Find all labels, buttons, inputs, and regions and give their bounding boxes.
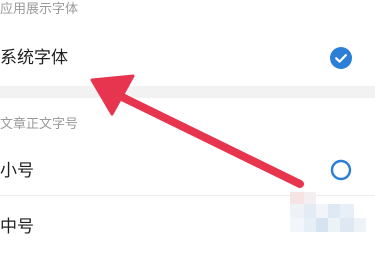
font-option-system[interactable]: 系统字体 bbox=[0, 36, 375, 80]
font-settings-screen: 应用展示字体 系统字体 文章正文字号 小号 中号 bbox=[0, 0, 375, 254]
radio-unselected-icon bbox=[330, 159, 352, 181]
row-divider bbox=[0, 195, 375, 196]
font-option-system-label: 系统字体 bbox=[0, 48, 68, 68]
checkmark-selected-icon bbox=[330, 47, 352, 69]
size-option-small[interactable]: 小号 bbox=[0, 149, 375, 193]
size-option-small-label: 小号 bbox=[0, 161, 34, 181]
size-option-medium-label: 中号 bbox=[0, 217, 34, 237]
size-option-medium[interactable]: 中号 bbox=[0, 204, 375, 248]
font-section-header: 应用展示字体 bbox=[0, 2, 79, 17]
section-separator bbox=[0, 86, 375, 98]
size-section-header: 文章正文字号 bbox=[0, 117, 79, 132]
